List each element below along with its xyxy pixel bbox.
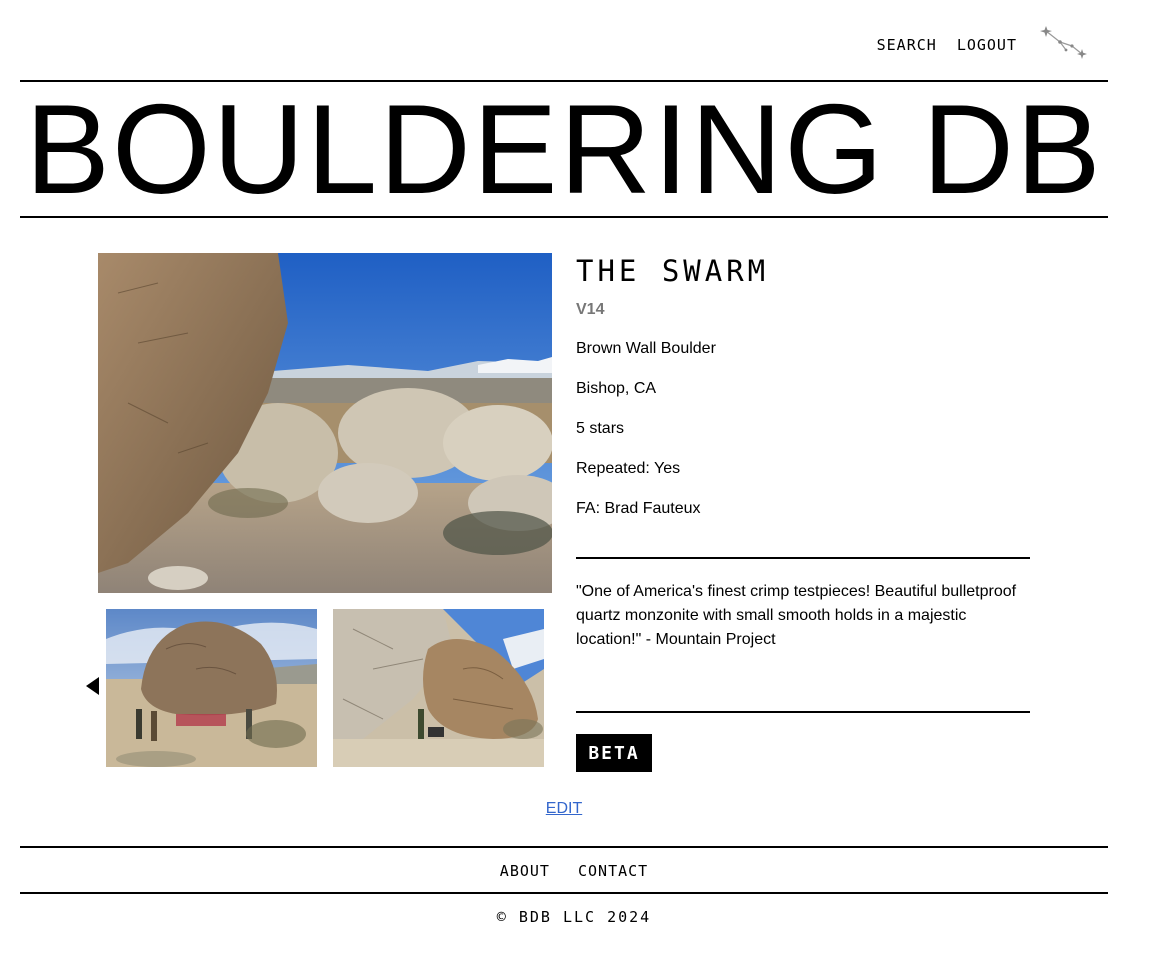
- description-divider: [576, 711, 1030, 713]
- search-link[interactable]: SEARCH: [877, 36, 937, 54]
- header-top-divider: [20, 80, 1108, 82]
- contact-link[interactable]: CONTACT: [578, 862, 648, 880]
- header-bottom-divider: [20, 216, 1108, 218]
- details-divider: [576, 557, 1030, 559]
- gallery-thumbnail[interactable]: [333, 609, 544, 767]
- top-nav: SEARCH LOGOUT: [877, 36, 1017, 54]
- boulder-name: Brown Wall Boulder: [576, 340, 716, 357]
- first-ascent: FA: Brad Fauteux: [576, 500, 701, 517]
- logout-link[interactable]: LOGOUT: [957, 36, 1017, 54]
- constellation-icon[interactable]: [1038, 24, 1090, 64]
- location: Bishop, CA: [576, 380, 657, 397]
- gallery-thumbnail[interactable]: [106, 609, 317, 767]
- copyright: © BDB LLC 2024: [496, 908, 652, 926]
- edit-link-wrap: EDIT: [0, 800, 1128, 818]
- triangle-left-icon[interactable]: [84, 676, 102, 696]
- footer-nav: ABOUT CONTACT: [20, 862, 1128, 880]
- grade: V14: [576, 301, 605, 318]
- site-title: BOULDERING DB: [25, 84, 1103, 214]
- problem-details: THE SWARM V14 Brown Wall Boulder Bishop,…: [576, 253, 1030, 519]
- repeated-status: Repeated: Yes: [576, 460, 681, 477]
- beta-button[interactable]: BETA: [576, 734, 652, 772]
- description: "One of America's finest crimp testpiece…: [576, 583, 1017, 648]
- problem-name: THE SWARM: [576, 254, 770, 288]
- footer-bottom-divider: [20, 892, 1108, 894]
- about-link[interactable]: ABOUT: [500, 862, 550, 880]
- star-rating: 5 stars: [576, 420, 625, 437]
- edit-link[interactable]: EDIT: [546, 800, 582, 817]
- footer-top-divider: [20, 846, 1108, 848]
- main-photo[interactable]: [98, 253, 552, 593]
